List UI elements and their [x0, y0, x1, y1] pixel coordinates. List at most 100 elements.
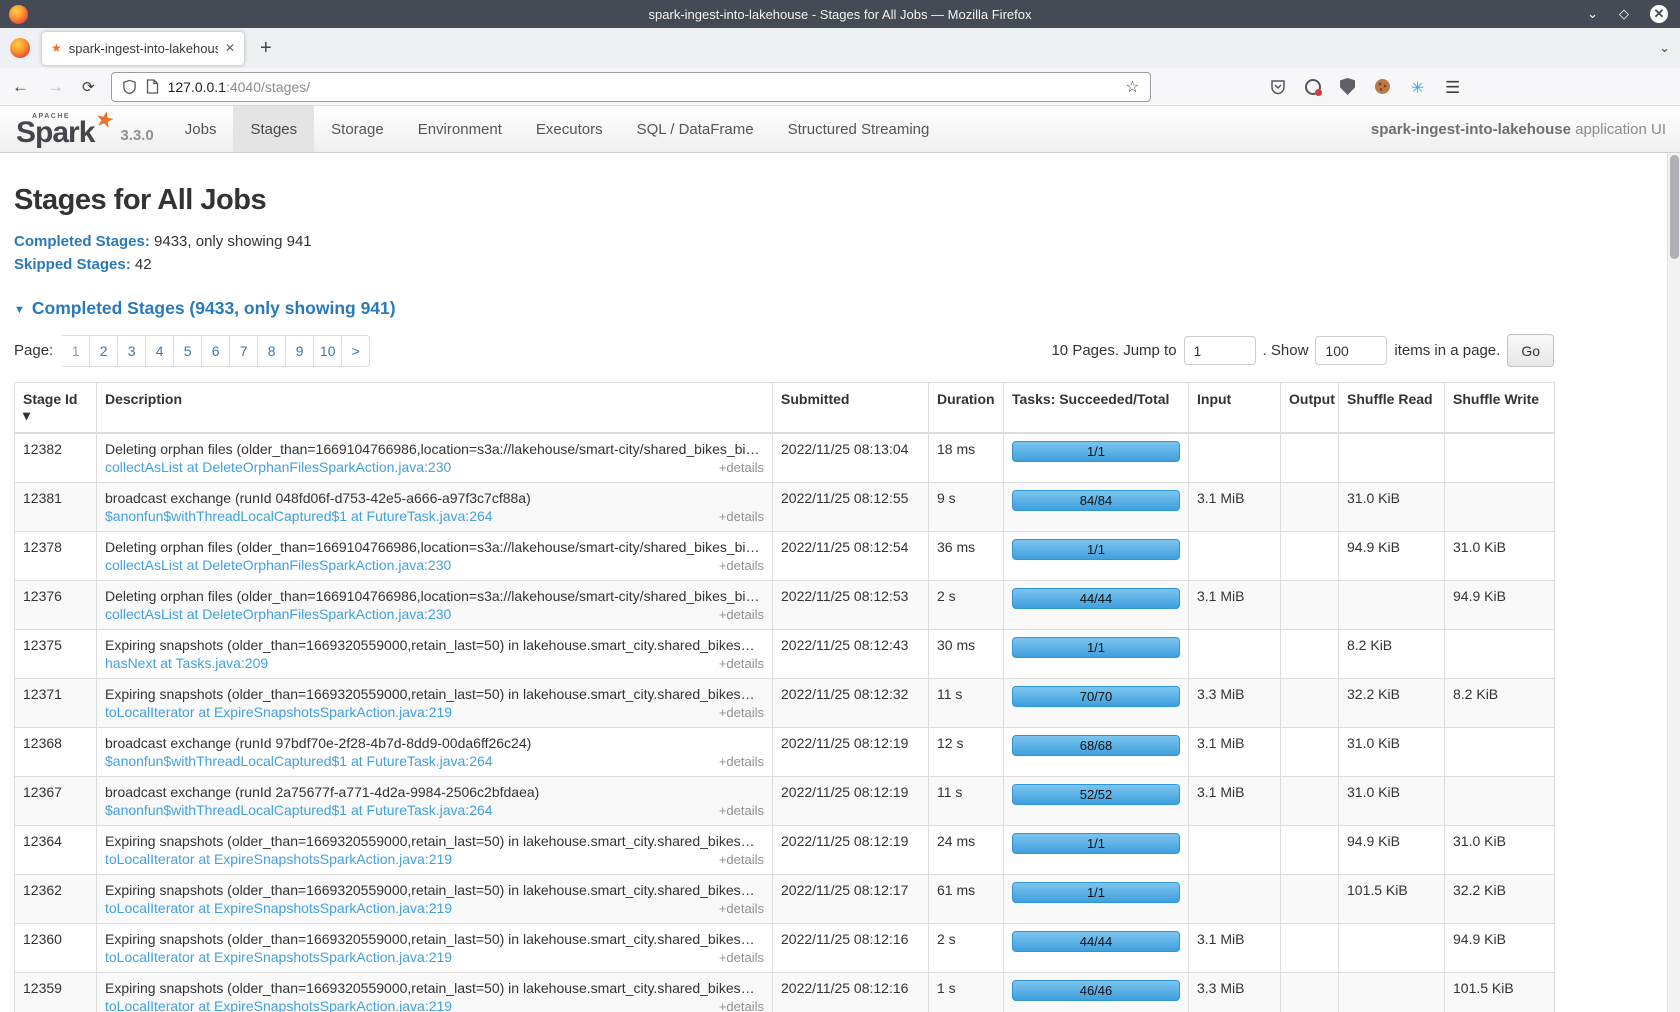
- nav-item[interactable]: Structured Streaming: [771, 106, 947, 152]
- bookmark-star-icon[interactable]: ☆: [1125, 77, 1139, 97]
- extension-asterisk-icon[interactable]: ✳: [1409, 78, 1427, 96]
- page-button[interactable]: 9: [286, 335, 314, 367]
- page-button[interactable]: 6: [202, 335, 230, 367]
- callsite-link[interactable]: toLocalIterator at ExpireSnapshotsSparkA…: [105, 704, 452, 720]
- tab-close-icon[interactable]: ✕: [225, 41, 235, 55]
- column-header[interactable]: Shuffle Write: [1445, 383, 1555, 434]
- jump-to-page-input[interactable]: [1184, 336, 1256, 365]
- callsite-link[interactable]: toLocalIterator at ExpireSnapshotsSparkA…: [105, 900, 452, 916]
- callsite-link[interactable]: $anonfun$withThreadLocalCaptured$1 at Fu…: [105, 508, 493, 524]
- callsite-link[interactable]: $anonfun$withThreadLocalCaptured$1 at Fu…: [105, 753, 493, 769]
- shield-permissions-icon[interactable]: [122, 79, 137, 95]
- back-icon[interactable]: ←: [12, 77, 29, 97]
- browser-tab[interactable]: ★ spark-ingest-into-lakehous ✕: [42, 32, 244, 65]
- shuffle-write-cell: [1445, 433, 1555, 483]
- shuffle-read-cell: 31.0 KiB: [1339, 777, 1445, 826]
- shuffle-read-cell: 31.0 KiB: [1339, 483, 1445, 532]
- ublock-shield-icon[interactable]: [1339, 78, 1357, 96]
- account-container-icon[interactable]: [1304, 78, 1322, 96]
- details-toggle[interactable]: +details: [719, 705, 764, 720]
- app-label: spark-ingest-into-lakehouse application …: [1371, 121, 1666, 138]
- page-button[interactable]: 4: [146, 335, 174, 367]
- page-button[interactable]: 5: [174, 335, 202, 367]
- table-header-row: Stage Id ▾ Description Submitted Duratio…: [15, 383, 1555, 434]
- page-button[interactable]: 7: [230, 335, 258, 367]
- page-button[interactable]: 10: [314, 335, 342, 367]
- maximize-icon[interactable]: ◇: [1619, 6, 1629, 22]
- column-header[interactable]: Shuffle Read: [1339, 383, 1445, 434]
- completed-stages-section-toggle[interactable]: ▼ Completed Stages (9433, only showing 9…: [14, 298, 396, 319]
- scrollbar-thumb[interactable]: [1670, 155, 1679, 259]
- page-scrollbar[interactable]: [1667, 153, 1680, 1012]
- url-bar[interactable]: 127.0.0.1:4040/stages/ ☆: [111, 72, 1151, 102]
- output-cell: [1281, 581, 1339, 630]
- nav-item[interactable]: Environment: [401, 106, 519, 152]
- page-info-icon[interactable]: [146, 79, 159, 94]
- details-toggle[interactable]: +details: [719, 999, 764, 1012]
- nav-item[interactable]: Stages: [233, 106, 314, 152]
- details-toggle[interactable]: +details: [719, 803, 764, 818]
- callsite-link[interactable]: collectAsList at DeleteOrphanFilesSparkA…: [105, 557, 451, 573]
- new-tab-button[interactable]: +: [260, 37, 272, 60]
- forward-icon[interactable]: →: [47, 77, 64, 97]
- column-header[interactable]: Submitted: [773, 383, 929, 434]
- details-toggle[interactable]: +details: [719, 607, 764, 622]
- callsite-link[interactable]: hasNext at Tasks.java:209: [105, 655, 268, 671]
- column-header[interactable]: Tasks: Succeeded/Total: [1004, 383, 1189, 434]
- input-cell: 3.1 MiB: [1189, 483, 1281, 532]
- spark-logo[interactable]: APACHE Spark ★: [14, 106, 120, 152]
- details-toggle[interactable]: +details: [719, 558, 764, 573]
- tasks-cell: 1/1: [1004, 433, 1189, 483]
- callsite-link[interactable]: toLocalIterator at ExpireSnapshotsSparkA…: [105, 949, 452, 965]
- input-cell: [1189, 875, 1281, 924]
- tasks-progress-bar: 44/44: [1012, 588, 1180, 609]
- page-button[interactable]: 8: [258, 335, 286, 367]
- tab-list-chevron-icon[interactable]: ⌄: [1659, 40, 1670, 56]
- column-header[interactable]: Description: [97, 383, 773, 434]
- details-toggle[interactable]: +details: [719, 754, 764, 769]
- details-toggle[interactable]: +details: [719, 950, 764, 965]
- callsite-link[interactable]: toLocalIterator at ExpireSnapshotsSparkA…: [105, 851, 452, 867]
- completed-stages-link[interactable]: Completed Stages:: [14, 233, 150, 250]
- details-toggle[interactable]: +details: [719, 901, 764, 916]
- items-per-page-input[interactable]: [1315, 336, 1387, 365]
- description-cell: broadcast exchange (runId 048fd06f-d753-…: [97, 483, 773, 532]
- skipped-stages-link[interactable]: Skipped Stages:: [14, 256, 131, 273]
- page-button[interactable]: 1: [62, 335, 90, 367]
- page-button[interactable]: 3: [118, 335, 146, 367]
- nav-item[interactable]: SQL / DataFrame: [620, 106, 771, 152]
- go-button[interactable]: Go: [1507, 334, 1554, 367]
- section-header-text: Completed Stages (9433, only showing 941…: [32, 298, 396, 319]
- shuffle-read-cell: 101.5 KiB: [1339, 875, 1445, 924]
- menu-hamburger-icon[interactable]: ☰: [1444, 78, 1462, 96]
- column-header[interactable]: Input: [1189, 383, 1281, 434]
- callsite-link[interactable]: collectAsList at DeleteOrphanFilesSparkA…: [105, 606, 451, 622]
- spark-nav-tabs: Jobs Stages Storage Environment Executor…: [168, 106, 947, 152]
- page-button[interactable]: 2: [90, 335, 118, 367]
- reload-icon[interactable]: ⟳: [82, 78, 95, 96]
- column-header[interactable]: Output: [1281, 383, 1339, 434]
- pocket-icon[interactable]: [1269, 78, 1287, 96]
- column-header[interactable]: Stage Id ▾: [15, 383, 97, 434]
- callsite-link[interactable]: $anonfun$withThreadLocalCaptured$1 at Fu…: [105, 802, 493, 818]
- tasks-cell: 44/44: [1004, 581, 1189, 630]
- close-icon[interactable]: ✕: [1650, 5, 1668, 23]
- nav-item[interactable]: Jobs: [168, 106, 234, 152]
- nav-item[interactable]: Storage: [314, 106, 401, 152]
- shuffle-write-cell: 31.0 KiB: [1445, 826, 1555, 875]
- tasks-cell: 52/52: [1004, 777, 1189, 826]
- details-toggle[interactable]: +details: [719, 460, 764, 475]
- minimize-icon[interactable]: ⌄: [1587, 6, 1598, 22]
- details-toggle[interactable]: +details: [719, 852, 764, 867]
- callsite-link[interactable]: collectAsList at DeleteOrphanFilesSparkA…: [105, 459, 451, 475]
- tasks-progress-bar: 1/1: [1012, 539, 1180, 560]
- details-toggle[interactable]: +details: [719, 509, 764, 524]
- cookie-icon[interactable]: [1374, 78, 1392, 96]
- details-toggle[interactable]: +details: [719, 656, 764, 671]
- column-header[interactable]: Duration: [929, 383, 1004, 434]
- url-text[interactable]: 127.0.0.1:4040/stages/: [168, 79, 310, 95]
- page-button[interactable]: >: [342, 335, 370, 367]
- callsite-link[interactable]: toLocalIterator at ExpireSnapshotsSparkA…: [105, 998, 452, 1012]
- nav-item[interactable]: Executors: [519, 106, 620, 152]
- firefox-icon[interactable]: [10, 38, 30, 58]
